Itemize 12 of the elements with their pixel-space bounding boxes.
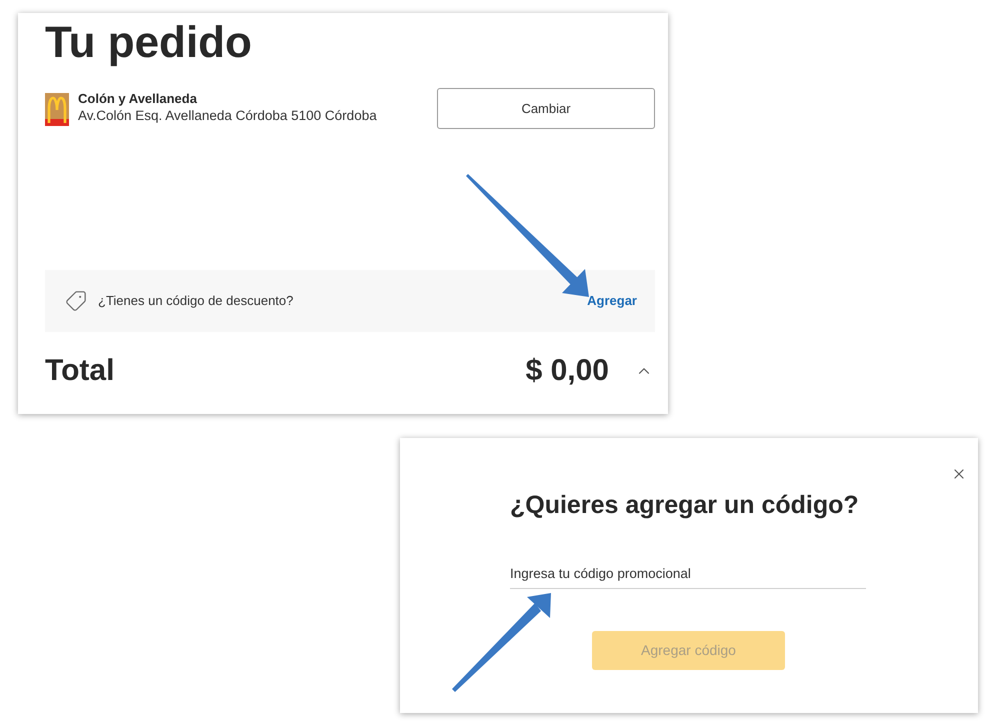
order-title: Tu pedido	[45, 21, 252, 65]
dialog-title: ¿Quieres agregar un código?	[510, 493, 860, 518]
add-link[interactable]: Agregar	[587, 291, 637, 311]
store-address: Av.Colón Esq. Avellaneda Córdoba 5100 Córdoba	[78, 107, 377, 125]
code-input-field[interactable]: Ingresa tu código promocional	[510, 558, 866, 589]
total-label: Total	[45, 356, 114, 386]
store-name: Colón y Avellaneda	[78, 91, 198, 107]
store-logo-icon	[45, 93, 69, 126]
total-amount: $ 0,00	[526, 356, 609, 386]
tag-icon	[65, 290, 87, 312]
discount-prompt: ¿Tienes un código de descuento?	[98, 292, 294, 310]
change-button[interactable]: Cambiar	[437, 88, 655, 129]
